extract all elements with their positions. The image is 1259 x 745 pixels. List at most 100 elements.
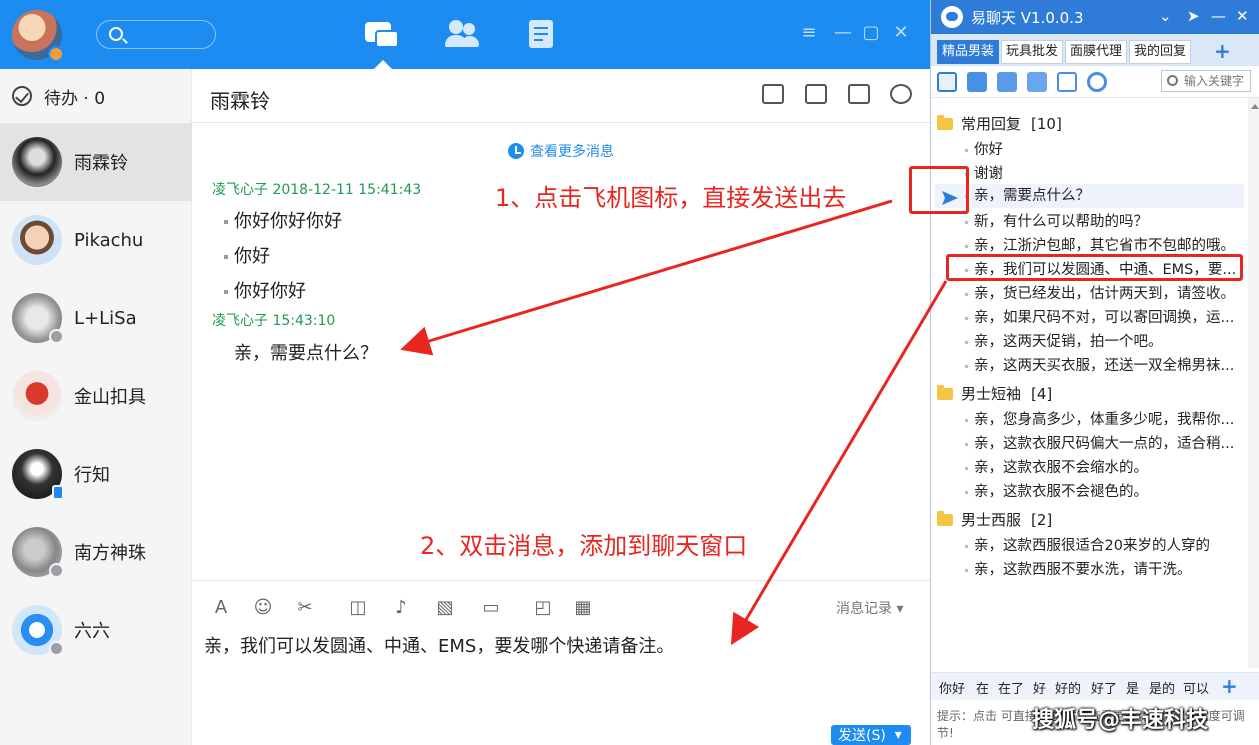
- quick-word[interactable]: 好了: [1091, 678, 1117, 697]
- reply-item[interactable]: 亲，这两天买衣服，还送一双全棉男袜...: [965, 354, 1234, 375]
- nav-docs-icon[interactable]: [525, 20, 559, 50]
- reply-item[interactable]: 亲，这款西服不要水洗，请干洗。: [965, 558, 1192, 579]
- helper-tabs: 精品男装 玩具批发 面膜代理 我的回复 +: [931, 34, 1259, 66]
- search-input[interactable]: [96, 20, 216, 49]
- add-reply-icon[interactable]: [997, 72, 1017, 92]
- nav-contacts-icon[interactable]: [445, 20, 479, 50]
- tab-toys[interactable]: 玩具批发: [1001, 40, 1064, 64]
- check-circle-icon: [12, 86, 32, 106]
- contact-item[interactable]: 金山扣具: [0, 357, 192, 435]
- quick-word[interactable]: 可以: [1183, 678, 1209, 697]
- scroll-up-icon[interactable]: [1251, 104, 1259, 109]
- status-badge: [48, 46, 64, 62]
- annotation-step1: 1、点击飞机图标，直接发送出去: [495, 184, 847, 212]
- minimize-icon[interactable]: —: [1211, 7, 1226, 25]
- tab-my-replies[interactable]: 我的回复: [1129, 40, 1192, 64]
- add-tab-icon[interactable]: +: [1214, 40, 1231, 62]
- reply-item[interactable]: 亲，您身高多少，体重多少呢，我帮你...: [965, 408, 1234, 429]
- add-chat-icon[interactable]: [848, 84, 870, 104]
- reply-item[interactable]: 亲，如果尺码不对，可以寄回调换，运...: [965, 306, 1234, 327]
- contact-item[interactable]: L+LiSa: [0, 279, 192, 357]
- scrollbar[interactable]: [1248, 98, 1259, 668]
- dropdown-icon[interactable]: ⌄: [1159, 7, 1172, 25]
- add-quick-word-icon[interactable]: +: [1221, 674, 1238, 698]
- message-line[interactable]: 你好你好你好: [224, 207, 342, 233]
- load-more-messages[interactable]: 查看更多消息: [508, 141, 614, 161]
- minimize-icon[interactable]: —: [834, 24, 852, 42]
- nav-chat-icon[interactable]: [365, 20, 399, 50]
- emoji-icon[interactable]: ☺: [252, 597, 274, 619]
- todo-item[interactable]: 待办 · 0: [0, 69, 192, 123]
- microphone-icon[interactable]: ♪: [390, 597, 412, 619]
- reply-item[interactable]: 亲，这款衣服尺码偏大一点的，适合稍...: [965, 432, 1234, 453]
- message-history-link[interactable]: 消息记录 ▾: [836, 598, 903, 618]
- reply-group[interactable]: 男士西服 [2]: [937, 509, 1052, 530]
- send-button[interactable]: 发送(S) ▾: [831, 725, 911, 745]
- contact-item[interactable]: 行知: [0, 435, 192, 513]
- calendar-icon[interactable]: ▦: [572, 597, 594, 619]
- quick-word[interactable]: 你好: [939, 678, 965, 697]
- reply-item[interactable]: 亲，货已经发出，估计两天到，请签收。: [965, 282, 1235, 303]
- close-icon[interactable]: ✕: [1236, 7, 1249, 25]
- clock-icon: [508, 143, 524, 159]
- helper-toolbar: [931, 66, 1259, 98]
- avatar: [12, 137, 62, 187]
- reply-item[interactable]: 亲，这两天促销，拍一个吧。: [965, 330, 1163, 351]
- menu-icon[interactable]: ≡: [800, 24, 818, 42]
- pin-icon[interactable]: ➤: [1187, 7, 1200, 25]
- quick-word[interactable]: 在了: [998, 678, 1024, 697]
- contact-name: 金山扣具: [74, 387, 146, 408]
- message-line[interactable]: 你好: [224, 242, 270, 268]
- contact-name: Pikachu: [74, 229, 144, 251]
- quick-word[interactable]: 好的: [1055, 678, 1081, 697]
- phone-icon[interactable]: [805, 84, 827, 104]
- edit-icon[interactable]: [1027, 72, 1047, 92]
- away-status-icon: [49, 563, 64, 578]
- reply-item[interactable]: 亲，江浙沪包邮，其它省市不包邮的哦。: [965, 234, 1235, 255]
- screen-share-icon[interactable]: [762, 84, 784, 104]
- reply-item[interactable]: 谢谢: [965, 162, 1003, 183]
- reply-item[interactable]: 你好: [965, 138, 1003, 159]
- reply-item[interactable]: 亲，这款衣服不会褪色的。: [965, 480, 1148, 501]
- contact-item[interactable]: 南方神珠: [0, 513, 192, 591]
- tab-masks[interactable]: 面膜代理: [1065, 40, 1128, 64]
- message-line[interactable]: 你好你好: [224, 277, 306, 303]
- quick-word[interactable]: 是: [1126, 678, 1139, 697]
- reply-item[interactable]: 亲，这款衣服不会缩水的。: [965, 456, 1148, 477]
- delete-icon[interactable]: [1057, 72, 1077, 92]
- maximize-icon[interactable]: ▢: [862, 24, 880, 42]
- annotation-step2: 2、双击消息，添加到聊天窗口: [420, 532, 748, 560]
- chat-logo-icon: [941, 6, 963, 28]
- font-icon[interactable]: A: [210, 597, 232, 619]
- helper-title: 易聊天 V1.0.0.3: [971, 9, 1084, 27]
- avatar: [12, 527, 64, 578]
- contact-item[interactable]: 雨霖铃: [0, 123, 192, 201]
- image-icon[interactable]: ▧: [434, 597, 456, 619]
- my-avatar[interactable]: [12, 10, 64, 62]
- folder-icon[interactable]: ▭: [480, 597, 502, 619]
- reply-item[interactable]: 亲，这款西服很适合20来岁的人穿的: [965, 534, 1210, 555]
- group-tree-icon[interactable]: [937, 72, 957, 92]
- settings-icon[interactable]: [890, 84, 912, 104]
- reply-group[interactable]: 男士短袖 [4]: [937, 383, 1052, 404]
- quick-word[interactable]: 是的: [1149, 678, 1175, 697]
- contact-item[interactable]: 六六: [0, 591, 192, 669]
- contact-item[interactable]: Pikachu: [0, 201, 192, 279]
- avatar: [12, 215, 62, 265]
- screenshot-icon[interactable]: ✂: [294, 597, 316, 619]
- tab-menswear[interactable]: 精品男装: [937, 40, 1000, 64]
- message-input[interactable]: 亲，我们可以发圆通、中通、EMS，要发哪个快递请备注。: [204, 632, 674, 658]
- reply-item[interactable]: 亲，需要点什么？: [935, 184, 1244, 208]
- search-icon: [1167, 75, 1178, 86]
- reply-group[interactable]: 常用回复 [10]: [937, 113, 1062, 134]
- add-group-icon[interactable]: [967, 72, 987, 92]
- quick-word[interactable]: 在: [976, 678, 989, 697]
- quick-reply-window: 易聊天 V1.0.0.3 ⌄ ➤ — ✕ 精品男装 玩具批发 面膜代理 我的回复…: [930, 0, 1259, 745]
- close-icon[interactable]: ✕: [892, 24, 910, 42]
- shake-icon[interactable]: ◫: [347, 597, 369, 619]
- refresh-icon[interactable]: [1087, 72, 1107, 92]
- quick-word[interactable]: 好: [1033, 678, 1046, 697]
- message-line[interactable]: 亲，需要点什么？: [234, 339, 378, 365]
- gift-icon[interactable]: ◰: [532, 597, 554, 619]
- reply-item[interactable]: 新，有什么可以帮助的吗？: [965, 210, 1148, 231]
